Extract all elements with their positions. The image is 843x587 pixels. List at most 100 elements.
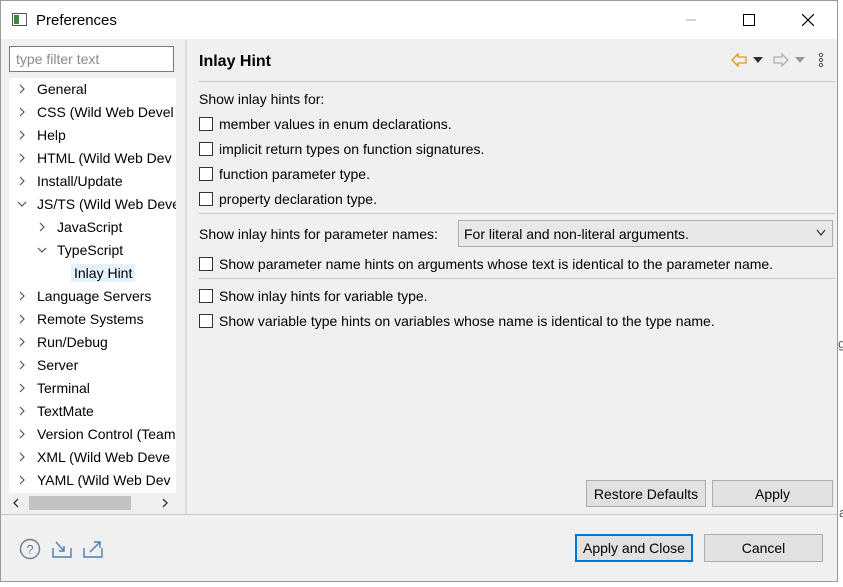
parameter-names-select[interactable]: For literal and non-literal arguments. [458,220,833,247]
close-button[interactable] [785,1,831,39]
preference-page: Inlay Hint Show inlay hints for: member … [187,40,837,514]
chevron-right-icon [19,383,25,393]
tree-item-label: TextMate [37,403,94,419]
checkbox-label: Show parameter name hints on arguments w… [219,256,774,272]
tree-item-label: JavaScript [57,219,123,235]
variable-type-checkbox[interactable]: Show inlay hints for variable type. [199,286,428,306]
tree-item-run-debug[interactable]: Run/Debug [17,331,108,353]
help-icon: ? [19,538,41,560]
tree-item-label: XML (Wild Web Deve [37,449,171,465]
tree-item-label: General [37,81,87,97]
preference-tree: General CSS (Wild Web Devel Help HTML (W… [9,78,176,493]
tree-item-label: Language Servers [37,288,152,304]
enum-member-values-checkbox[interactable]: member values in enum declarations. [199,114,452,134]
forward-arrow-icon [773,53,789,67]
more-vertical-icon [818,52,824,68]
scroll-left-icon[interactable] [12,498,20,508]
back-arrow-icon [731,53,747,67]
checkbox-box[interactable] [199,257,213,271]
checkbox-box[interactable] [199,314,213,328]
parameter-names-label: Show inlay hints for parameter names: [199,226,438,242]
tree-item-label: Server [37,357,79,373]
tree-item-language-servers[interactable]: Language Servers [17,285,151,307]
tree-item-typescript[interactable]: TypeScript [37,239,123,261]
background-fragment: a [839,505,843,520]
view-menu-button[interactable] [818,50,824,70]
window-icon [12,13,27,26]
tree-item-help[interactable]: Help [17,124,66,146]
checkbox-box[interactable] [199,192,213,206]
function-parameter-type-checkbox[interactable]: function parameter type. [199,164,370,184]
dropdown-arrow-icon [753,57,763,63]
tree-item-label: YAML (Wild Web Dev [37,472,171,488]
tree-item-label: Remote Systems [37,311,144,327]
minimize-icon [686,19,696,21]
filter-input[interactable] [9,46,174,72]
minimize-button[interactable] [668,1,714,39]
cancel-button[interactable]: Cancel [704,534,823,562]
chevron-right-icon [19,360,25,370]
property-declaration-type-checkbox[interactable]: property declaration type. [199,189,377,209]
checkbox-box[interactable] [199,289,213,303]
apply-and-close-button[interactable]: Apply and Close [575,534,693,562]
tree-item-css[interactable]: CSS (Wild Web Devel [17,101,174,123]
tree-item-label: Run/Debug [37,334,108,350]
tree-item-inlay-hint[interactable]: Inlay Hint [71,262,136,284]
tree-item-version-control[interactable]: Version Control (Team [17,423,176,445]
maximize-icon [743,14,755,26]
header-separator [199,81,835,82]
tree-item-label: Install/Update [37,173,123,189]
window-title: Preferences [36,12,117,29]
parameter-identical-name-checkbox[interactable]: Show parameter name hints on arguments w… [199,254,773,274]
footer-separator [1,514,837,515]
tree-item-server[interactable]: Server [17,354,78,376]
chevron-right-icon [19,84,25,94]
checkbox-label: Show variable type hints on variables wh… [219,313,715,329]
checkbox-box[interactable] [199,117,213,131]
tree-item-xml[interactable]: XML (Wild Web Deve [17,446,170,468]
checkbox-box[interactable] [199,142,213,156]
tree-item-textmate[interactable]: TextMate [17,400,94,422]
scroll-right-icon[interactable] [161,498,169,508]
chevron-down-icon [816,229,826,236]
apply-button[interactable]: Apply [712,480,833,507]
variable-identical-name-checkbox[interactable]: Show variable type hints on variables wh… [199,311,715,331]
forward-nav-button[interactable] [773,50,805,70]
chevron-right-icon [19,153,25,163]
tree-item-general[interactable]: General [17,78,87,100]
export-button[interactable] [82,538,104,560]
back-nav-button[interactable] [731,50,763,70]
chevron-right-icon [19,314,25,324]
svg-text:?: ? [26,542,33,557]
help-button[interactable]: ? [19,538,41,560]
scrollbar-thumb[interactable] [29,496,131,510]
tree-item-yaml[interactable]: YAML (Wild Web Dev [17,469,171,491]
tree-item-js-ts[interactable]: JS/TS (Wild Web Deve [17,193,176,215]
checkbox-box[interactable] [199,167,213,181]
chevron-down-icon [17,201,27,207]
chevron-right-icon [39,222,45,232]
checkbox-label: function parameter type. [219,166,370,182]
section-separator [199,278,835,279]
restore-defaults-button[interactable]: Restore Defaults [586,480,706,507]
maximize-button[interactable] [726,1,772,39]
checkbox-label: property declaration type. [219,191,377,207]
tree-item-install-update[interactable]: Install/Update [17,170,123,192]
tree-item-terminal[interactable]: Terminal [17,377,90,399]
import-button[interactable] [51,538,73,560]
chevron-right-icon [19,130,25,140]
close-icon [802,14,814,26]
tree-item-label: Terminal [37,380,90,396]
show-inlay-hints-for-label: Show inlay hints for: [199,91,325,107]
checkbox-label: member values in enum declarations. [219,116,452,132]
tree-item-javascript[interactable]: JavaScript [37,216,122,238]
implicit-return-types-checkbox[interactable]: implicit return types on function signat… [199,139,484,159]
tree-item-label: HTML (Wild Web Dev [37,150,172,166]
tree-item-remote-systems[interactable]: Remote Systems [17,308,144,330]
tree-horizontal-scrollbar[interactable] [9,493,176,513]
page-title: Inlay Hint [199,53,272,70]
tree-item-label: CSS (Wild Web Devel [37,104,174,120]
tree-item-html[interactable]: HTML (Wild Web Dev [17,147,172,169]
tree-item-label: Inlay Hint [71,264,136,282]
tree-item-label: Help [37,127,66,143]
